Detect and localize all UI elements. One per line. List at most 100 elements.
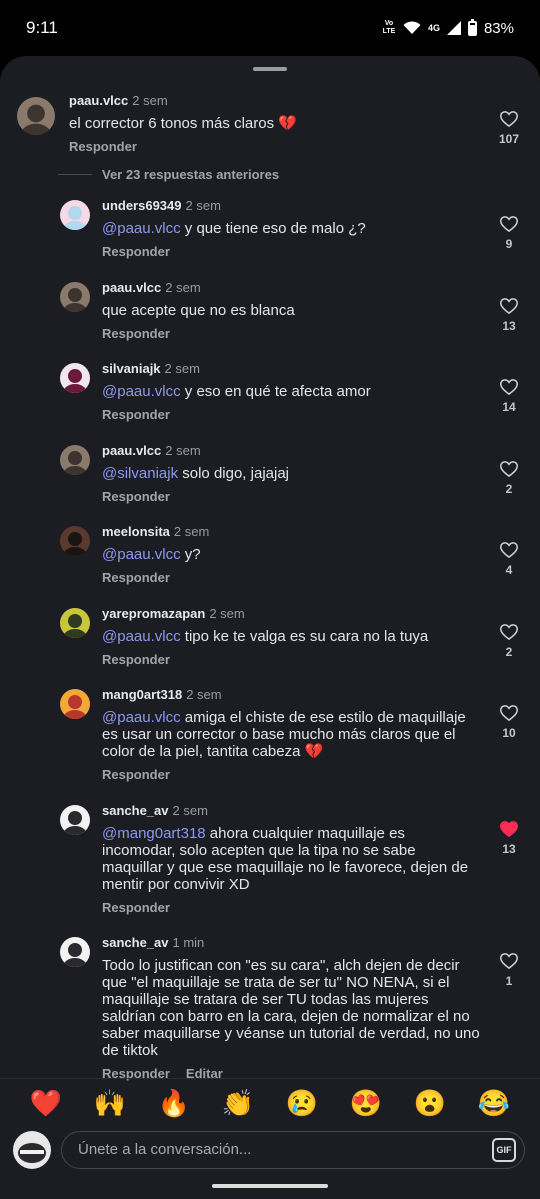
comment-meta: sanche_av 1 min [102,935,480,951]
user-avatar[interactable] [60,937,90,967]
comment-text-content: y eso en qué te afecta amor [180,383,371,400]
comment-text: Todo lo justifican con "es su cara", alc… [102,957,480,1059]
comment-text: @paau.vlcc y eso en qué te afecta amor [102,383,480,400]
comment-username[interactable]: paau.vlcc [102,443,161,458]
comment-age: 2 sem [185,198,221,213]
emoji-shortcut[interactable]: 😂 [474,1088,514,1119]
reply-button[interactable]: Responder [102,244,170,259]
emoji-shortcut[interactable]: 🙌 [90,1088,130,1119]
gif-icon[interactable]: GIF [492,1138,516,1162]
comment-mention[interactable]: @paau.vlcc [102,709,181,726]
comment-mention[interactable]: @paau.vlcc [102,628,181,645]
comment-text: @paau.vlcc y que tiene eso de malo ¿? [102,220,480,237]
like-button[interactable]: 13 [496,298,522,333]
like-button[interactable]: 10 [496,705,522,740]
like-button[interactable]: 2 [496,461,522,496]
user-avatar[interactable] [60,689,90,719]
reply-button[interactable]: Responder [102,652,170,667]
comment-username[interactable]: silvaniajk [102,361,161,376]
reply-button[interactable]: Responder [102,900,170,915]
comment-mention[interactable]: @paau.vlcc [102,383,181,400]
user-avatar[interactable] [60,526,90,556]
comment-username[interactable]: mang0art318 [102,687,182,702]
comment-age: 2 sem [132,93,168,108]
comment-body: paau.vlcc 2 sem el corrector 6 tonos más c… [69,93,480,154]
like-button[interactable]: 1 [496,953,522,988]
reply-button[interactable]: Responder [102,407,170,422]
comment-mention[interactable]: @silvaniajk [102,465,178,482]
home-indicator[interactable] [212,1184,328,1188]
emoji-shortcut[interactable]: ❤️ [26,1088,66,1119]
comment-mention[interactable]: @paau.vlcc [102,220,181,237]
comment-actions: Responder [102,900,480,915]
user-avatar[interactable] [17,97,55,135]
like-count: 2 [505,482,513,496]
emoji-shortcut[interactable]: 😍 [346,1088,386,1119]
comment-meta: paau.vlcc 2 sem [69,93,480,109]
drag-handle[interactable] [253,67,287,71]
reply-button[interactable]: Responder [102,570,170,585]
like-count: 14 [502,400,516,414]
comment-username[interactable]: paau.vlcc [102,280,161,295]
comments-sheet: paau.vlcc 2 sem el corrector 6 tonos más c… [0,56,540,1199]
comment-mention[interactable]: @paau.vlcc [102,546,181,563]
emoji-shortcut[interactable]: 😢 [282,1088,322,1119]
like-button[interactable]: 2 [496,624,522,659]
reply-button[interactable]: Responder [69,139,137,154]
heart-icon [500,298,518,314]
comment-input-placeholder: Únete a la conversación... [78,1141,252,1158]
reply-button[interactable]: Responder [102,326,170,341]
comment-text: @paau.vlcc tipo ke te valga es su cara n… [102,628,480,645]
like-button[interactable]: 13 [496,821,522,856]
comment-username[interactable]: sanche_av [102,935,169,950]
comment-age: 2 sem [209,606,245,621]
comment-actions: Responder [102,244,480,259]
signal-icon [446,21,461,35]
like-count: 2 [505,645,513,659]
emoji-shortcut[interactable]: 🔥 [154,1088,194,1119]
reply-button[interactable]: Responder [102,489,170,504]
emoji-glyph: ❤️ [29,1088,63,1118]
user-avatar[interactable] [60,805,90,835]
user-avatar[interactable] [60,608,90,638]
comment-username[interactable]: sanche_av [102,803,169,818]
like-count: 9 [505,237,513,251]
emoji-shortcut[interactable]: 👏 [218,1088,258,1119]
user-avatar[interactable] [60,445,90,475]
user-avatar[interactable] [60,282,90,312]
like-button[interactable]: 107 [496,111,522,146]
comment-username[interactable]: unders69349 [102,198,182,213]
like-button[interactable]: 9 [496,216,522,251]
comment-meta: unders69349 2 sem [102,198,480,214]
emoji-shortcut[interactable]: 😮 [410,1088,450,1119]
comment-body: sanche_av 1 min Todo lo justifican con "es… [102,935,480,1081]
user-avatar[interactable] [60,363,90,393]
heart-icon [500,461,518,477]
comment-text: el corrector 6 tonos más claros 💔 [69,115,480,132]
comment-username[interactable]: meelonsita [102,524,170,539]
quick-emoji-bar: ❤️ 🙌 🔥 👏 😢 😍 😮 😂 [0,1078,540,1128]
user-avatar[interactable] [60,200,90,230]
comment-username[interactable]: yarepromazapan [102,606,205,621]
heart-icon [500,216,518,232]
reply-button[interactable]: Responder [102,767,170,782]
like-button[interactable]: 14 [496,379,522,414]
status-bar: 9:11 Vo LTE 4G 83% [0,0,540,56]
like-button[interactable]: 4 [496,542,522,577]
comment-body: silvaniajk 2 sem @paau.vlcc y eso en qué t… [102,361,480,422]
comment-mention[interactable]: @mang0art318 [102,825,206,842]
view-previous-replies[interactable]: Ver 23 respuestas anteriores [58,167,279,182]
comment-age: 2 sem [165,443,201,458]
comment-actions: Responder [102,326,480,341]
emoji-glyph: 😮 [413,1088,447,1118]
comment-actions: Responder [102,570,480,585]
view-previous-replies-label: Ver 23 respuestas anteriores [102,167,280,182]
heart-icon [500,379,518,395]
emoji-glyph: 😍 [349,1088,383,1118]
comment-username[interactable]: paau.vlcc [69,93,128,108]
current-user-avatar [13,1131,51,1169]
heart-icon [500,821,518,837]
heart-icon [500,953,518,969]
comment-input[interactable]: Únete a la conversación... GIF [61,1131,525,1169]
comment-actions: Responder [69,139,480,154]
